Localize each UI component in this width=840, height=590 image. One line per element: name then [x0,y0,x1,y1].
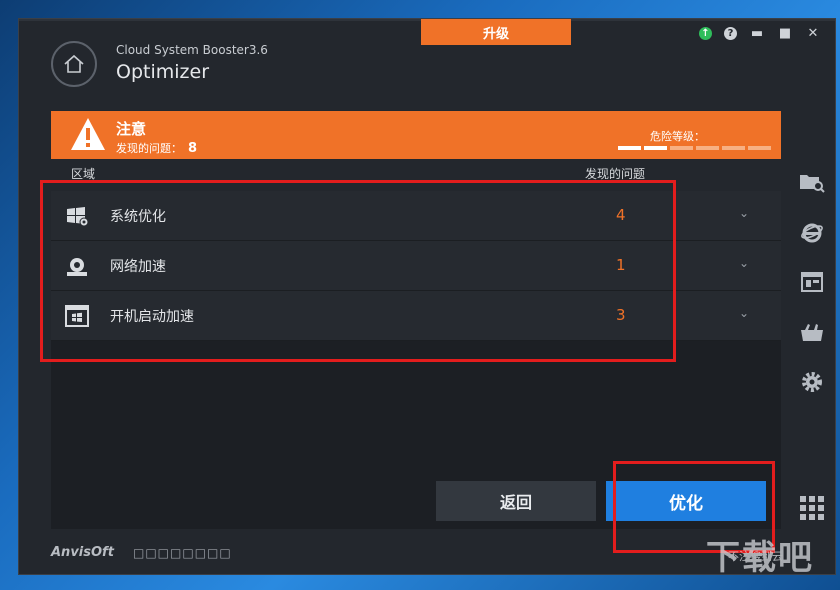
found-label: 发现的问题： [116,142,182,155]
row-count: 4 [616,206,626,224]
danger-meter-segment [644,146,667,150]
row-label: 网络加速 [110,259,166,275]
chevron-down-icon[interactable]: ⌄ [739,256,749,270]
danger-meter-segment [618,146,641,150]
internet-explorer-icon [801,223,823,243]
scan-folder-tool[interactable] [799,169,825,195]
optimize-button[interactable]: 优化 [606,481,766,521]
row-label: 开机启动加速 [110,309,194,325]
window-controls: ↑ ? ▬ ■ ✕ [699,25,821,41]
column-header-area: 区域 [71,167,96,181]
found-count: 8 [188,141,198,156]
update-icon[interactable]: ↑ [699,26,712,40]
chevron-down-icon[interactable]: ⌄ [739,306,749,320]
help-icon[interactable]: ? [724,26,737,40]
settings-tool[interactable] [799,369,825,395]
brand-logo: AnvisOft [51,545,114,560]
gear-icon [802,372,822,392]
alert-title: 注意 [116,120,147,138]
danger-meter-segment [748,146,771,150]
chevron-down-icon[interactable]: ⌄ [739,206,749,220]
danger-label: 危险等级： [650,130,705,143]
watermark: 下载吧 不注搜到云 [706,530,814,579]
network-accelerate-icon [67,258,87,276]
row-count: 1 [616,256,626,274]
maximize-icon[interactable]: ■ [777,25,793,41]
result-row-system[interactable]: 系统优化 4 ⌄ [51,191,781,241]
close-icon[interactable]: ✕ [805,25,821,41]
toolbox-tool[interactable] [799,319,825,345]
danger-meter-segment [670,146,693,150]
danger-meter-segment [722,146,745,150]
startup-accelerate-icon [65,305,89,327]
system-optimize-icon [67,207,89,227]
back-button[interactable]: 返回 [436,481,596,521]
folder-search-icon [800,175,825,193]
minimize-icon[interactable]: ▬ [749,25,765,41]
column-header-found: 发现的问题 [585,167,646,181]
window-icon [801,272,823,292]
danger-meter [618,146,771,150]
alert-banner: 注意 发现的问题： 8 危险等级： [51,111,781,159]
apps-grid-button[interactable] [799,495,825,521]
browser-tool[interactable] [799,219,825,245]
app-name: Cloud System Booster3.6 [116,43,268,57]
app-window: 升级 ↑ ? ▬ ■ ✕ Cloud System Booster3.6 Opt… [18,18,836,575]
result-row-startup[interactable]: 开机启动加速 3 ⌄ [51,291,781,341]
row-label: 系统优化 [110,209,166,225]
side-toolbar [799,169,825,395]
home-icon [64,54,84,73]
danger-meter-segment [696,146,719,150]
brand-subtitle: □□□□□□□□ [133,546,232,560]
window-tool[interactable] [799,269,825,295]
results-panel: 系统优化 4 ⌄ 网络加速 1 ⌄ 开机启动加速 3 ⌄ [51,191,781,529]
warning-icon [71,118,105,150]
found-issues: 发现的问题： 8 [116,140,197,156]
home-button[interactable] [51,41,97,87]
toolbox-icon [801,324,823,341]
watermark-subtext: 不注搜到云 [728,550,783,563]
row-count: 3 [616,306,626,324]
upgrade-tab[interactable]: 升级 [421,19,571,45]
page-title: Optimizer [116,61,210,83]
grid-icon [800,496,824,520]
result-row-network[interactable]: 网络加速 1 ⌄ [51,241,781,291]
